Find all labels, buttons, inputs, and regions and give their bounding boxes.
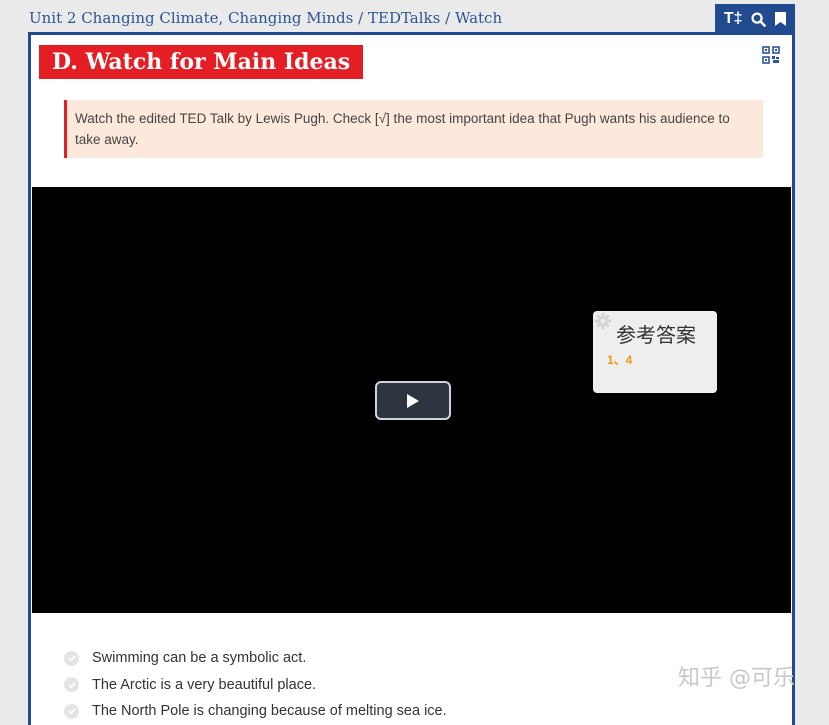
play-button[interactable] [375, 381, 451, 420]
bookmark-button[interactable] [775, 12, 787, 26]
checkbox-icon[interactable] [64, 677, 79, 693]
search-button[interactable] [751, 11, 767, 27]
text-size-button[interactable]: T‡ [724, 10, 743, 28]
answer-value: 1、4 [607, 353, 633, 367]
top-bar: Unit 2 Changing Climate, Changing Minds … [0, 0, 829, 36]
breadcrumb-current-page[interactable]: Watch [455, 9, 502, 27]
instruction-box: Watch the edited TED Talk by Lewis Pugh.… [64, 100, 763, 158]
option-text: The Arctic is a very beautiful place. [92, 676, 317, 693]
text-size-icon: T‡ [723, 10, 743, 27]
video-player[interactable]: 参考答案 1、4 [32, 187, 791, 613]
option-text: Swimming can be a symbolic act. [92, 650, 307, 667]
play-icon [407, 393, 419, 408]
checkbox-icon[interactable] [64, 703, 79, 719]
breadcrumb-unit-link[interactable]: Unit 2 Changing Climate, Changing Minds [29, 9, 353, 27]
option-item[interactable]: The Arctic is a very beautiful place. [64, 672, 447, 699]
activity-card: D. Watch for Main Ideas Watch the edited… [28, 32, 795, 725]
answer-title: 参考答案 [616, 323, 696, 347]
gear-icon[interactable] [594, 312, 612, 330]
reference-answer-popup: 参考答案 1、4 [593, 311, 717, 393]
breadcrumb: Unit 2 Changing Climate, Changing Minds … [29, 9, 502, 27]
bookmark-icon [775, 12, 787, 26]
breadcrumb-separator: / [445, 9, 451, 27]
checkbox-icon[interactable] [64, 650, 79, 666]
toolbar: T‡ [715, 4, 795, 34]
breadcrumb-section-link[interactable]: TEDTalks [368, 9, 440, 27]
option-item[interactable]: Swimming can be a symbolic act. [64, 645, 447, 672]
option-item[interactable]: The North Pole is changing because of me… [64, 698, 447, 725]
options-list: Swimming can be a symbolic act. The Arct… [64, 645, 447, 725]
watermark: 知乎 @可乐 [678, 666, 795, 691]
qr-code-icon[interactable] [762, 46, 780, 64]
search-icon [751, 11, 767, 27]
activity-title: D. Watch for Main Ideas [39, 45, 364, 79]
breadcrumb-separator: / [358, 9, 364, 27]
